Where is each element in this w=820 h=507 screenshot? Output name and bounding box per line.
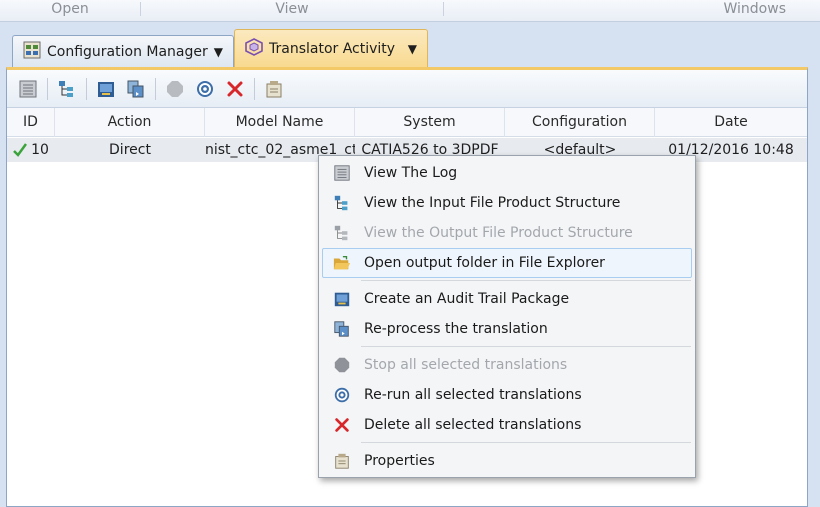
menu-item-view-input-structure[interactable]: View the Input File Product Structure [322, 188, 692, 218]
rerun-button[interactable] [192, 76, 218, 102]
tab-label: Translator Activity [269, 41, 396, 57]
menu-item-label: Delete all selected translations [364, 417, 582, 433]
tab-configuration-manager[interactable]: Configuration Manager ▼ [12, 35, 234, 68]
menu-item-label: Re-run all selected translations [364, 387, 582, 403]
delete-button[interactable] [222, 76, 248, 102]
rerun-icon [197, 80, 213, 97]
view-log-icon [331, 162, 353, 184]
menu-item-label: Re-process the translation [364, 321, 548, 337]
ribbon-group-view: View [275, 1, 309, 17]
menu-item-view-output-structure: View the Output File Product Structure [322, 218, 692, 248]
view-log-button[interactable] [15, 76, 41, 102]
menu-item-label: Properties [364, 453, 435, 469]
reprocess-button[interactable] [123, 76, 149, 102]
menu-item-label: Stop all selected translations [364, 357, 568, 373]
delete-icon [227, 81, 243, 96]
chevron-down-icon[interactable]: ▼ [214, 45, 223, 59]
reprocess-icon [127, 80, 144, 97]
tab-label: Configuration Manager [47, 44, 208, 60]
menu-item-label: View the Output File Product Structure [364, 225, 633, 241]
chevron-down-icon[interactable]: ▼ [408, 42, 417, 56]
properties-icon [331, 450, 353, 472]
delete-icon [331, 414, 353, 436]
stop-icon [331, 354, 353, 376]
column-header-configuration[interactable]: Configuration [505, 108, 655, 137]
menu-item-label: View the Input File Product Structure [364, 195, 621, 211]
menu-item-rerun-selected[interactable]: Re-run all selected translations [322, 380, 692, 410]
menu-item-properties[interactable]: Properties [322, 446, 692, 476]
menu-item-view-log[interactable]: View The Log [322, 158, 692, 188]
context-menu: View The Log View the Input File Product… [318, 155, 696, 478]
toolbar-separator [86, 77, 87, 100]
output-structure-icon [331, 222, 353, 244]
input-structure-icon [331, 192, 353, 214]
toolbar [7, 70, 807, 108]
table-header: ID Action Model Name System Configuratio… [7, 108, 807, 137]
translator-activity-icon [245, 38, 263, 60]
reprocess-icon [331, 318, 353, 340]
menu-item-label: Create an Audit Trail Package [364, 291, 570, 307]
rerun-icon [331, 384, 353, 406]
stop-icon [167, 80, 183, 97]
view-log-icon [19, 80, 37, 97]
toolbar-separator [155, 77, 156, 100]
audit-trail-icon [98, 81, 114, 97]
input-structure-icon [59, 80, 73, 97]
folder-open-icon [331, 252, 353, 274]
menu-item-label: Open output folder in File Explorer [364, 255, 605, 271]
menu-item-label: View The Log [364, 165, 458, 181]
menu-item-delete-selected[interactable]: Delete all selected translations [322, 410, 692, 440]
toolbar-separator [47, 77, 48, 100]
menu-item-stop-selected: Stop all selected translations [322, 350, 692, 380]
ribbon-group-labels: Open View Windows [0, 0, 820, 22]
input-structure-button[interactable] [54, 76, 80, 102]
column-header-system[interactable]: System [355, 108, 505, 137]
column-header-date[interactable]: Date [655, 108, 807, 137]
menu-separator [361, 280, 691, 281]
menu-separator [361, 346, 691, 347]
stop-button[interactable] [162, 76, 188, 102]
ribbon-group-open: Open [51, 1, 89, 17]
menu-item-create-audit-trail[interactable]: Create an Audit Trail Package [322, 284, 692, 314]
menu-separator [361, 442, 691, 443]
menu-item-reprocess[interactable]: Re-process the translation [322, 314, 692, 344]
id-cell: 10 [7, 138, 55, 162]
action-cell: Direct [109, 142, 151, 158]
audit-trail-icon [331, 288, 353, 310]
tab-translator-activity[interactable]: Translator Activity ▼ [234, 29, 428, 68]
column-header-action[interactable]: Action [55, 108, 205, 137]
success-check-icon [13, 143, 28, 157]
audit-trail-button[interactable] [93, 76, 119, 102]
ribbon-group-windows: Windows [723, 1, 787, 17]
column-header-id[interactable]: ID [7, 108, 55, 137]
column-header-model-name[interactable]: Model Name [205, 108, 355, 137]
menu-item-open-output-folder[interactable]: Open output folder in File Explorer [322, 248, 692, 278]
configuration-manager-icon [23, 41, 41, 63]
row-id: 10 [31, 142, 49, 158]
toolbar-separator [254, 77, 255, 100]
properties-button[interactable] [261, 76, 287, 102]
properties-icon [266, 80, 282, 97]
